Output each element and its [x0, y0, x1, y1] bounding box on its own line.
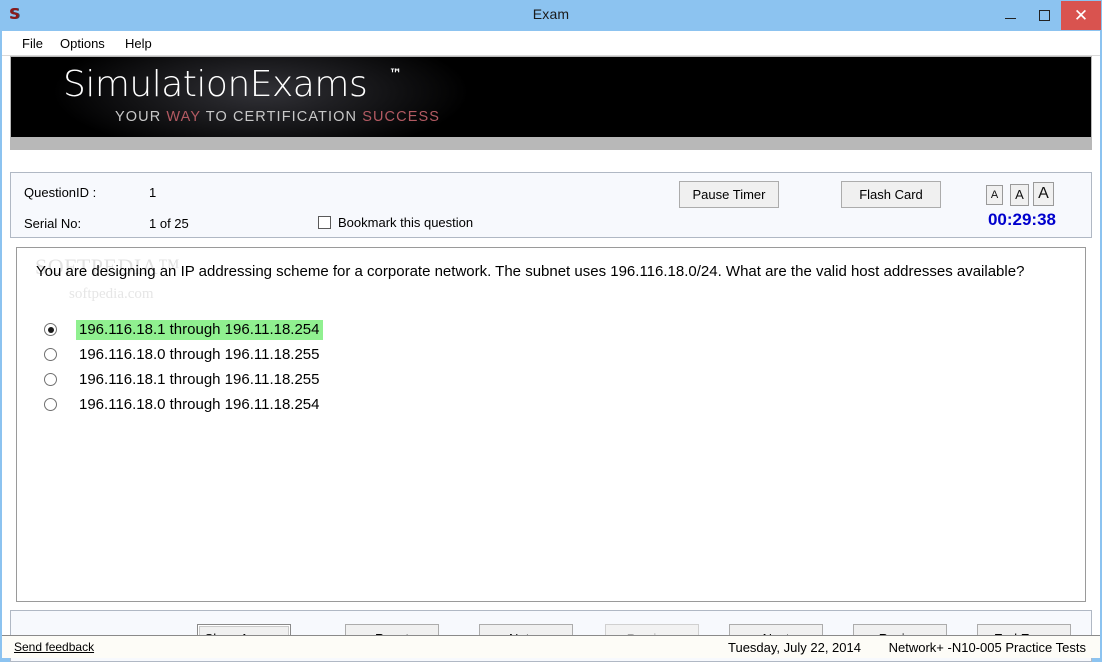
question-id-label: QuestionID :	[24, 185, 97, 200]
font-size-large-button[interactable]: A	[1033, 182, 1054, 206]
flash-card-button[interactable]: Flash Card	[841, 181, 941, 208]
status-product-name: Network+ -N10-005 Practice Tests	[888, 640, 1086, 655]
status-date: Tuesday, July 22, 2014	[728, 640, 861, 655]
radio-icon[interactable]	[44, 398, 57, 411]
maximize-button[interactable]	[1027, 1, 1061, 30]
bookmark-checkbox[interactable]	[318, 216, 331, 229]
answer-option-label: 196.116.18.0 through 196.11.18.254	[79, 395, 320, 413]
tagline-part-3: TO CERTIFICATION	[205, 109, 363, 125]
serial-no-value: 1 of 25	[149, 216, 189, 231]
tagline-part-1: YOUR	[115, 109, 167, 125]
minimize-icon	[993, 1, 1027, 30]
radio-icon[interactable]	[44, 373, 57, 386]
menu-options[interactable]: Options	[54, 35, 111, 52]
pause-timer-button[interactable]: Pause Timer	[679, 181, 779, 208]
font-size-small-button[interactable]: A	[986, 185, 1003, 205]
window-title: Exam	[532, 6, 570, 22]
maximize-icon	[1027, 1, 1061, 30]
minimize-button[interactable]	[993, 1, 1027, 30]
radio-icon[interactable]	[44, 323, 57, 336]
bookmark-checkbox-row[interactable]: Bookmark this question	[318, 215, 473, 230]
banner-container: SimulationExams ™ YOUR WAY TO CERTIFICAT…	[10, 56, 1092, 150]
brand-banner: SimulationExams ™ YOUR WAY TO CERTIFICAT…	[11, 57, 1091, 137]
answer-option-4[interactable]: 196.116.18.0 through 196.11.18.254	[43, 392, 1043, 417]
question-id-value: 1	[149, 185, 157, 200]
serial-no-label: Serial No:	[24, 216, 82, 231]
answer-option-label: 196.116.18.1 through 196.11.18.255	[79, 370, 320, 388]
title-bar: S Exam ✕	[0, 0, 1102, 31]
font-size-medium-button[interactable]: A	[1010, 184, 1029, 206]
answer-option-2[interactable]: 196.116.18.0 through 196.11.18.255	[43, 342, 1043, 367]
exam-window: S Exam ✕ File Options Help SimulationExa…	[0, 0, 1102, 662]
question-text: You are designing an IP addressing schem…	[36, 263, 1025, 280]
brand-tagline: YOUR WAY TO CERTIFICATION SUCCESS	[115, 109, 440, 125]
watermark-subtext: softpedia.com	[69, 286, 154, 302]
trademark-icon: ™	[389, 67, 402, 82]
answer-option-3[interactable]: 196.116.18.1 through 196.11.18.255	[43, 367, 1043, 392]
radio-icon[interactable]	[44, 348, 57, 361]
client-area: File Options Help SimulationExams ™ YOUR…	[2, 31, 1100, 662]
menu-help[interactable]: Help	[119, 35, 158, 52]
menu-file[interactable]: File	[16, 35, 49, 52]
close-icon: ✕	[1073, 6, 1089, 25]
question-panel: SOFTPEDIA™ softpedia.com You are designi…	[16, 247, 1086, 602]
exam-info-panel: QuestionID : 1 Serial No: 1 of 25 Bookma…	[10, 172, 1092, 238]
tagline-part-2: WAY	[166, 109, 206, 125]
tagline-part-4: SUCCESS	[362, 109, 441, 125]
status-bar: Send feedback Tuesday, July 22, 2014 Net…	[2, 635, 1100, 658]
menu-bar: File Options Help	[2, 31, 1100, 56]
answer-option-label: 196.116.18.0 through 196.11.18.255	[79, 345, 320, 363]
answer-option-label: 196.116.18.1 through 196.11.18.254	[76, 319, 323, 340]
countdown-timer: 00:29:38	[987, 210, 1056, 229]
brand-logo-text: SimulationExams	[63, 64, 368, 105]
send-feedback-link[interactable]: Send feedback	[14, 640, 94, 654]
bookmark-label: Bookmark this question	[338, 215, 474, 230]
answer-option-1[interactable]: 196.116.18.1 through 196.11.18.254	[43, 317, 1043, 342]
answer-options-list: 196.116.18.1 through 196.11.18.254 196.1…	[43, 317, 1043, 417]
close-button[interactable]: ✕	[1061, 1, 1101, 30]
